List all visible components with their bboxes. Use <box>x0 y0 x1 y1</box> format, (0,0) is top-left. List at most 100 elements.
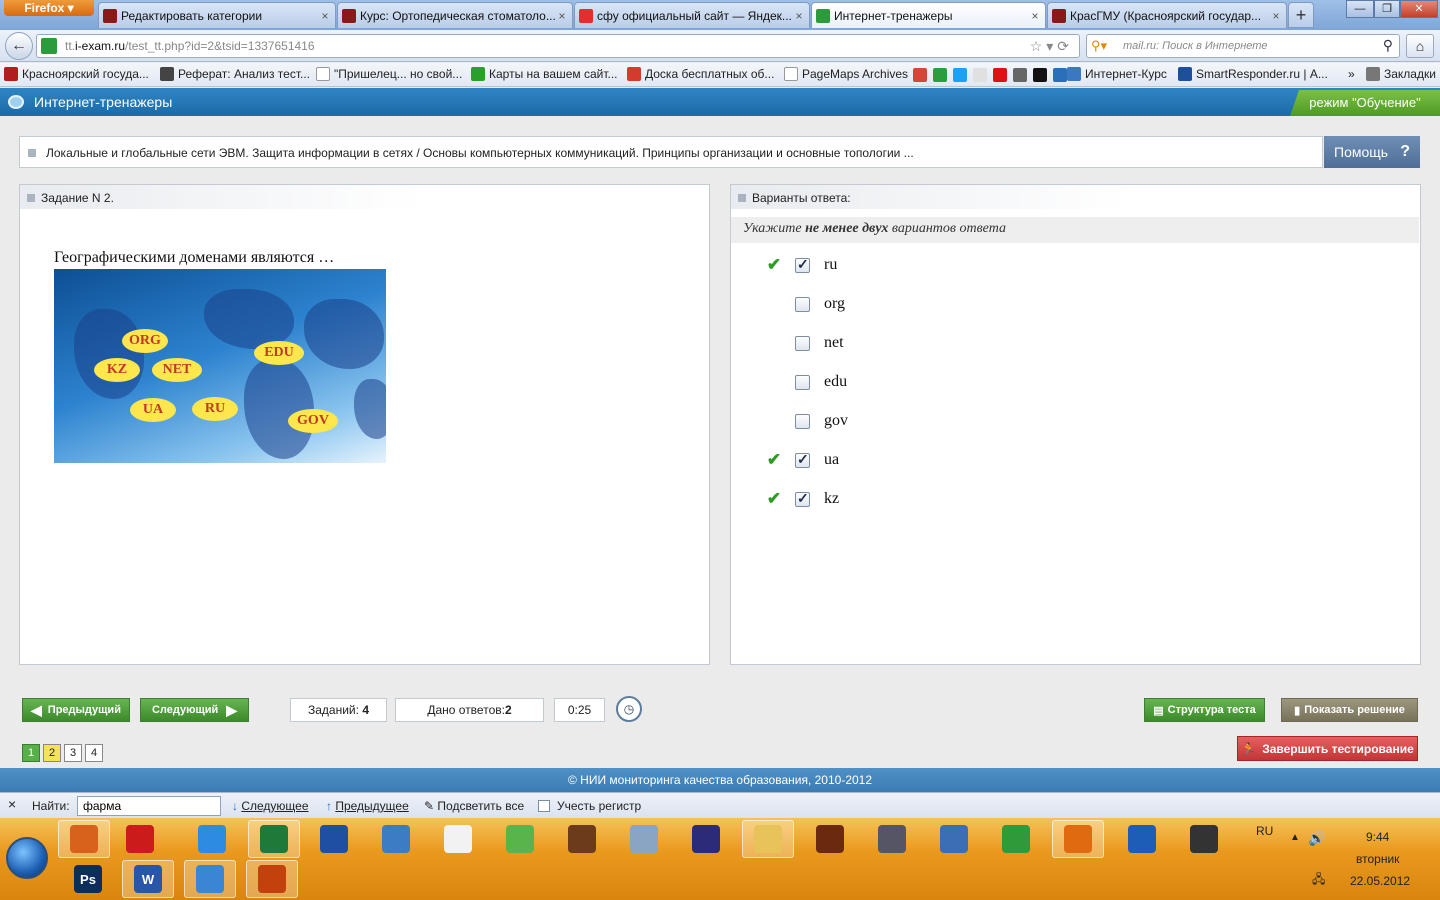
search-engine-icon[interactable]: ⚲▾ <box>1091 38 1107 54</box>
word-taskbar-button[interactable]: W <box>122 860 174 898</box>
next-button[interactable]: Следующий ▶ <box>140 698 249 722</box>
file-taskbar-button[interactable] <box>432 820 484 858</box>
answer-checkbox[interactable] <box>795 413 810 429</box>
bookmark-item[interactable]: Карты на вашем сайт... <box>471 67 618 81</box>
find-previous-button[interactable]: ↑ Предыдущее <box>326 799 409 813</box>
firefox-menu-button[interactable]: Firefox ▾ <box>4 0 94 16</box>
maximize-button[interactable]: ❐ <box>1374 0 1400 18</box>
site-title: Интернет-тренажеры <box>34 94 173 110</box>
search-icon[interactable]: ⚲ <box>1383 37 1393 54</box>
excel-taskbar-button[interactable] <box>248 820 300 858</box>
close-tab-icon[interactable]: × <box>1029 9 1041 23</box>
firefox-taskbar-button[interactable] <box>58 820 110 858</box>
answer-option-ua[interactable]: ✔ ua <box>763 450 839 470</box>
close-window-button[interactable]: ✕ <box>1400 0 1438 18</box>
find-next-button[interactable]: ↓ Следующее <box>232 799 309 813</box>
tools-taskbar-button[interactable] <box>866 820 918 858</box>
minimize-button[interactable]: — <box>1346 0 1374 18</box>
photoshop-taskbar-button[interactable]: Ps <box>62 860 114 898</box>
floppy-taskbar-button[interactable] <box>680 820 732 858</box>
test-structure-button[interactable]: ▤ Структура теста <box>1144 698 1265 722</box>
bookmark-shortcut-icon[interactable] <box>953 68 967 82</box>
page-button-2[interactable]: 2 <box>43 744 61 762</box>
tab-5[interactable]: КрасГМУ (Красноярский государ... × <box>1047 2 1287 28</box>
tab-4[interactable]: Интернет-тренажеры × <box>811 2 1046 28</box>
flask-taskbar-button[interactable] <box>494 820 546 858</box>
db-taskbar-button[interactable] <box>308 820 360 858</box>
close-find-button[interactable]: × <box>8 796 16 812</box>
match-case-checkbox[interactable] <box>538 800 550 812</box>
close-tab-icon[interactable]: × <box>793 9 805 23</box>
network-taskbar-button[interactable] <box>990 820 1042 858</box>
bookmark-star-icon[interactable]: ☆▾⟳ <box>1030 38 1073 55</box>
highlight-all-button[interactable]: ✎ Подсветить все <box>424 799 524 813</box>
graduation-taskbar-button[interactable] <box>1178 820 1230 858</box>
page-button-3[interactable]: 3 <box>64 744 82 762</box>
bookmark-shortcut-icon[interactable] <box>973 68 987 82</box>
calculator-taskbar-button[interactable] <box>618 820 670 858</box>
find-input[interactable] <box>77 796 221 816</box>
volume-icon[interactable]: 🔊 <box>1308 830 1325 847</box>
bookmarks-overflow-button[interactable]: » <box>1348 67 1355 81</box>
answer-option-org[interactable]: org <box>763 294 845 314</box>
opera-taskbar-button[interactable] <box>114 820 166 858</box>
answer-checkbox[interactable] <box>795 296 810 312</box>
bookmark-item[interactable]: SmartResponder.ru | А... <box>1178 67 1328 81</box>
answer-option-net[interactable]: net <box>763 333 844 353</box>
bookmark-item[interactable]: Доска бесплатных об... <box>627 67 774 81</box>
bridge-taskbar-button[interactable] <box>804 820 856 858</box>
home-button[interactable]: ⌂ <box>1406 34 1434 58</box>
answer-option-edu[interactable]: edu <box>763 372 847 392</box>
search-bar[interactable]: ⚲▾ mail.ru: Поиск в Интернете ⚲ <box>1086 34 1400 58</box>
answer-checkbox[interactable] <box>795 374 810 390</box>
start-button[interactable] <box>6 837 48 879</box>
bookmark-item[interactable]: PageMaps Archives <box>784 67 908 81</box>
url-bar[interactable]: tt.i-exam.ru/test_tt.php?id=2&tsid=13376… <box>36 34 1080 58</box>
grid-taskbar-button[interactable] <box>1116 820 1168 858</box>
answer-checkbox[interactable] <box>795 451 810 468</box>
bookmark-shortcut-icon[interactable] <box>913 68 927 82</box>
finish-test-button[interactable]: 🏃 Завершить тестирование <box>1237 736 1418 761</box>
bookmark-shortcut-icon[interactable] <box>993 68 1007 82</box>
bookmark-item[interactable]: Интернет-Курс <box>1067 67 1167 81</box>
answer-option-gov[interactable]: gov <box>763 411 848 431</box>
bookmark-shortcut-icon[interactable] <box>1053 68 1067 82</box>
bookmarks-menu-button[interactable]: Закладки <box>1366 67 1436 81</box>
help-button[interactable]: Помощь ? <box>1324 136 1420 168</box>
answer-checkbox[interactable] <box>795 490 810 507</box>
tab-1[interactable]: Редактировать категории × <box>98 2 336 28</box>
bookmark-shortcut-icon[interactable] <box>1033 68 1047 82</box>
answer-option-ru[interactable]: ✔ ru <box>763 255 837 275</box>
windows-taskbar-button[interactable] <box>184 860 236 898</box>
bookmark-shortcut-icon[interactable] <box>933 68 947 82</box>
bookmark-shortcut-icon[interactable] <box>1013 68 1027 82</box>
close-tab-icon[interactable]: × <box>1270 9 1282 23</box>
paint-taskbar-button[interactable] <box>556 820 608 858</box>
explorer-taskbar-button[interactable] <box>742 820 794 858</box>
new-tab-button[interactable]: + <box>1288 2 1314 28</box>
clock-time[interactable]: 9:44 <box>1366 830 1389 844</box>
page-button-1[interactable]: 1 <box>22 744 40 762</box>
previous-button[interactable]: ◀ Предыдущий <box>22 698 130 722</box>
tab-3[interactable]: сфу официальный сайт — Яндек... × <box>574 2 810 28</box>
chrome-warning-taskbar-button[interactable] <box>1052 820 1104 858</box>
back-button[interactable]: ← <box>5 32 33 60</box>
language-indicator[interactable]: RU <box>1256 824 1273 838</box>
media-taskbar-button[interactable] <box>370 820 422 858</box>
ie-taskbar-button[interactable] <box>186 820 238 858</box>
bookmark-item[interactable]: "Пришелец... но свой... <box>316 67 462 81</box>
page-button-4[interactable]: 4 <box>85 744 103 762</box>
tab-2[interactable]: Курс: Ортопедическая стоматоло... × <box>337 2 573 28</box>
bookmark-item[interactable]: Красноярский госуда... <box>4 67 149 81</box>
answer-option-kz[interactable]: ✔ kz <box>763 489 839 509</box>
network-tray-icon[interactable]: 🖧 <box>1312 870 1325 891</box>
show-solution-button[interactable]: ▮ Показать решение <box>1281 698 1418 722</box>
close-tab-icon[interactable]: × <box>556 9 568 23</box>
show-hidden-icons-icon[interactable]: ▲ <box>1290 832 1300 843</box>
close-tab-icon[interactable]: × <box>319 9 331 23</box>
bookmark-item[interactable]: Реферат: Анализ тест... <box>160 67 310 81</box>
powerpoint-taskbar-button[interactable] <box>246 860 298 898</box>
answer-checkbox[interactable] <box>795 256 810 273</box>
answer-checkbox[interactable] <box>795 335 810 351</box>
shield-taskbar-button[interactable] <box>928 820 980 858</box>
